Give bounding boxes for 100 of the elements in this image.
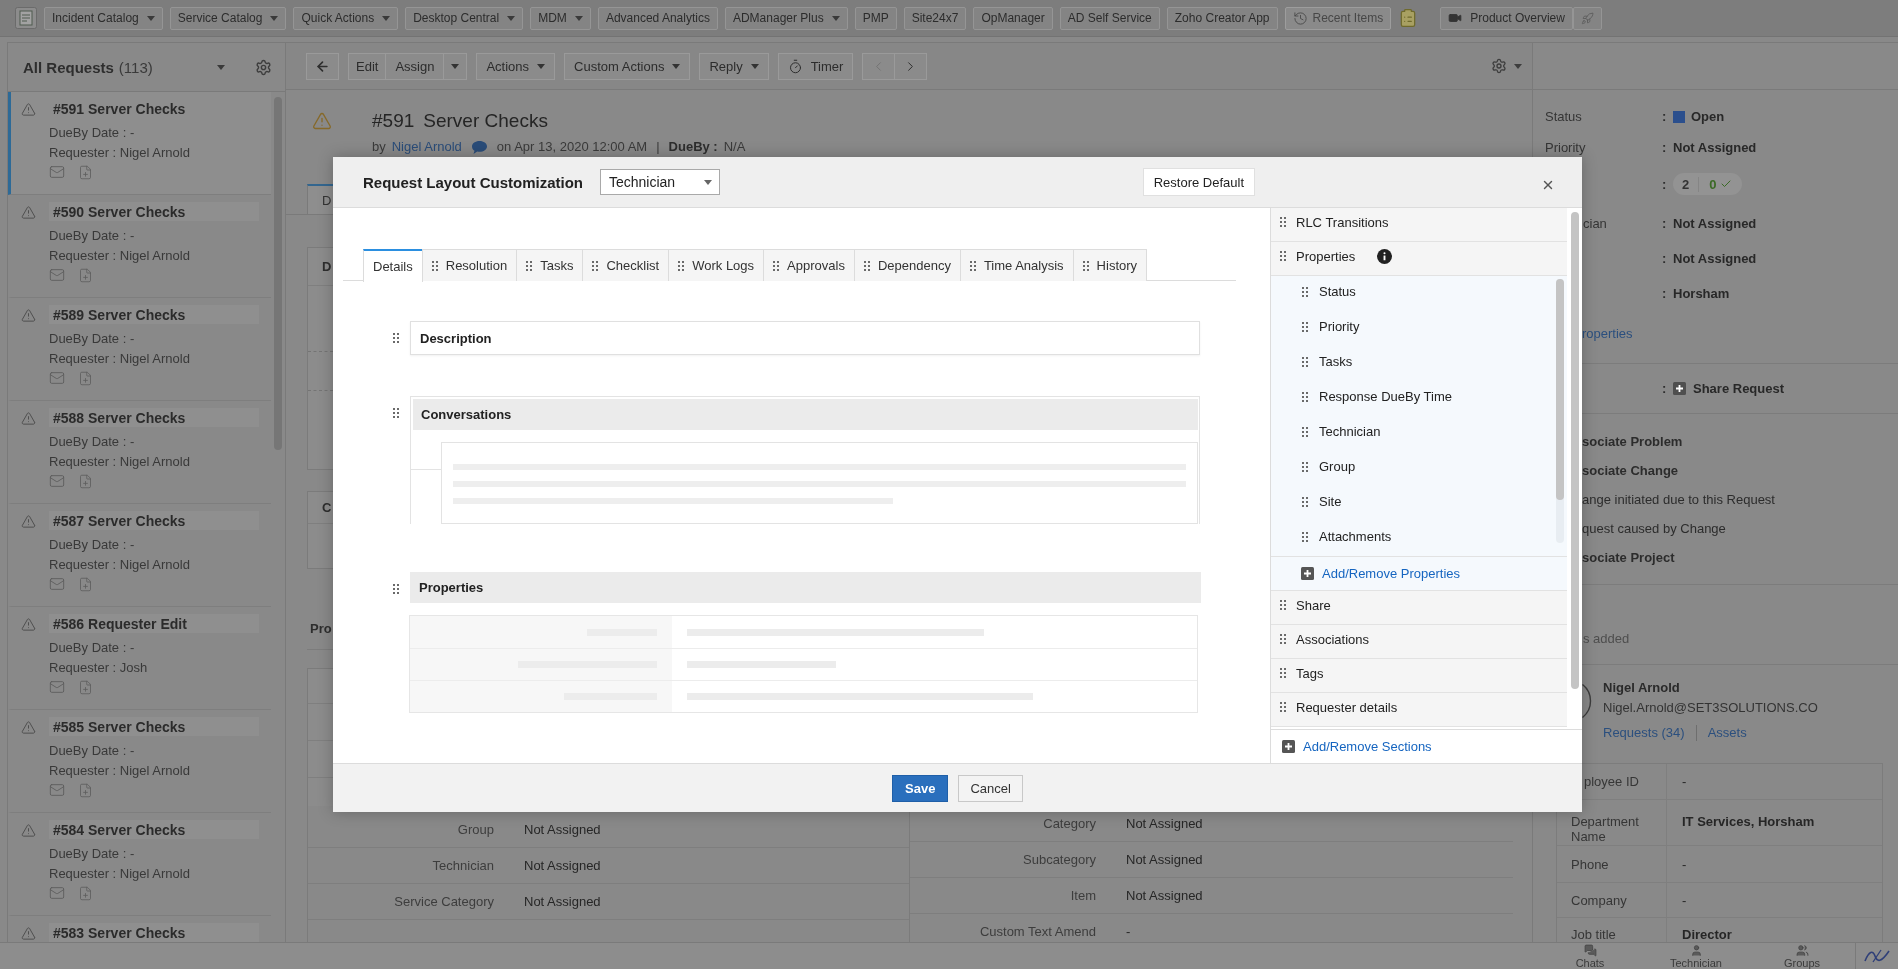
layout-tab[interactable]: Work Logs	[668, 249, 765, 281]
property-label[interactable]: Status	[1319, 284, 1356, 299]
speech-bubble-icon[interactable]	[471, 140, 487, 154]
request-list-item[interactable]: #586 Requester Edit DueBy Date : - Requester : Josh	[8, 607, 271, 710]
drag-handle-icon[interactable]	[526, 260, 533, 271]
drag-handle-icon[interactable]	[969, 260, 976, 271]
drag-handle-icon[interactable]	[773, 260, 780, 271]
drag-handle-icon[interactable]	[1280, 251, 1286, 261]
mail-icon[interactable]	[49, 473, 65, 489]
scrollbar-thumb[interactable]	[1556, 279, 1564, 500]
timer-button[interactable]: Timer	[777, 52, 854, 80]
property-label[interactable]: Priority	[1319, 319, 1360, 334]
layout-tab[interactable]: Details	[363, 249, 423, 282]
bottom-tab[interactable]: Technician	[1643, 943, 1749, 969]
drag-handle-icon[interactable]	[393, 333, 399, 343]
save-button[interactable]: Save	[892, 774, 949, 802]
nav-menu-button[interactable]: MDM	[530, 6, 591, 30]
drag-handle-icon[interactable]	[1280, 702, 1286, 712]
property-label[interactable]: Response DueBy Time	[1319, 389, 1452, 404]
mail-icon[interactable]	[49, 576, 65, 592]
drag-handle-icon[interactable]	[863, 260, 870, 271]
action-button[interactable]: Edit	[348, 52, 387, 80]
nav-link-button[interactable]: AD Self Service	[1059, 6, 1160, 30]
drag-handle-icon[interactable]	[1302, 531, 1308, 542]
request-list-item[interactable]: #587 Server Checks DueBy Date : - Requester : Nigel Arnold	[8, 504, 271, 607]
drag-handle-icon[interactable]	[1302, 286, 1308, 297]
requester-link[interactable]: Requests (34)	[1603, 725, 1685, 741]
settings-menu-button[interactable]	[1489, 56, 1524, 76]
nav-menu-button[interactable]: Desktop Central	[405, 6, 524, 30]
mail-icon[interactable]	[49, 782, 65, 798]
back-button[interactable]	[306, 52, 339, 80]
request-list-item[interactable]: #589 Server Checks DueBy Date : - Requester : Nigel Arnold	[8, 298, 271, 401]
nav-link-button[interactable]: Zoho Creator App	[1166, 6, 1278, 30]
request-list-item[interactable]: #585 Server Checks DueBy Date : - Requester : Nigel Arnold	[8, 710, 271, 813]
layout-tab[interactable]: Checklist	[582, 249, 670, 281]
add-remove-sections-link[interactable]: Add/Remove Sections	[1282, 739, 1432, 754]
new-document-icon[interactable]	[78, 164, 93, 180]
property-label[interactable]: Attachments	[1319, 529, 1392, 544]
recent-items-button[interactable]: Recent Items	[1284, 6, 1392, 30]
author-link[interactable]: Nigel Arnold	[391, 139, 462, 155]
mail-icon[interactable]	[49, 267, 65, 283]
drag-handle-icon[interactable]	[1302, 321, 1308, 332]
section-list-item[interactable]: Share	[1271, 591, 1567, 625]
property-label[interactable]: Group	[1319, 459, 1356, 474]
drag-handle-icon[interactable]	[393, 584, 399, 594]
request-list-item[interactable]: #588 Server Checks DueBy Date : - Requester : Nigel Arnold	[8, 401, 271, 504]
layout-tab[interactable]: Approvals	[763, 249, 855, 281]
notepad-icon[interactable]	[15, 7, 37, 29]
section-list-item[interactable]: Properties	[1271, 242, 1567, 276]
property-label[interactable]: Technician	[1319, 424, 1381, 439]
request-list-item[interactable]: #591 Server Checks DueBy Date : - Requester : Nigel Arnold	[8, 92, 271, 195]
partial-tab[interactable]: D	[307, 184, 333, 214]
nav-menu-button[interactable]: Incident Catalog	[44, 6, 163, 30]
mail-icon[interactable]	[49, 679, 65, 695]
count-pill[interactable]: 2 0	[1673, 173, 1743, 195]
product-overview-button[interactable]: Product Overview	[1440, 6, 1573, 30]
drag-handle-icon[interactable]	[1280, 668, 1286, 678]
mail-icon[interactable]	[49, 164, 65, 180]
property-label[interactable]: Site	[1319, 494, 1342, 509]
nav-menu-button[interactable]: ADManager Plus	[724, 6, 848, 30]
action-button[interactable]: Assign	[385, 52, 445, 80]
restore-default-button[interactable]: Restore Default	[1142, 168, 1255, 196]
association-action[interactable]: sociate Change	[1582, 456, 1679, 485]
nav-menu-button[interactable]: Quick Actions	[293, 6, 399, 30]
share-request-link[interactable]: Share Request	[1693, 381, 1785, 396]
property-label[interactable]: Tasks	[1319, 354, 1353, 369]
section-list-item[interactable]: Requester details	[1271, 693, 1567, 727]
layout-tab[interactable]: Dependency	[853, 249, 961, 281]
association-action[interactable]: sociate Problem	[1582, 427, 1683, 456]
role-select[interactable]: Technician	[600, 169, 720, 195]
drag-handle-icon[interactable]	[1280, 634, 1286, 644]
layout-tab[interactable]: History	[1072, 249, 1148, 281]
drag-handle-icon[interactable]	[431, 260, 438, 271]
request-list-item[interactable]: #584 Server Checks DueBy Date : - Requester : Nigel Arnold	[8, 813, 271, 916]
cancel-button[interactable]: Cancel	[958, 774, 1023, 802]
drag-handle-icon[interactable]	[393, 408, 399, 418]
requester-link[interactable]: Assets	[1707, 725, 1747, 741]
menu-button[interactable]: Reply	[699, 52, 769, 80]
add-remove-properties-link[interactable]: Add/Remove Properties	[1301, 566, 1460, 581]
drag-handle-icon[interactable]	[1302, 391, 1308, 402]
drag-handle-icon[interactable]	[1302, 426, 1308, 437]
menu-button[interactable]: Custom Actions	[564, 52, 691, 80]
logo-icon[interactable]	[1864, 948, 1890, 964]
nav-menu-button[interactable]: Service Catalog	[169, 6, 287, 30]
drag-handle-icon[interactable]	[592, 260, 599, 271]
nav-link-button[interactable]: Site24x7	[903, 6, 967, 30]
layout-tab[interactable]: Tasks	[516, 249, 584, 281]
section-list-item[interactable]: Tags	[1271, 659, 1567, 693]
request-list-item[interactable]: #590 Server Checks DueBy Date : - Requester : Nigel Arnold	[8, 195, 271, 298]
scrollbar-thumb[interactable]	[1571, 212, 1579, 689]
dropdown-toggle-button[interactable]	[443, 52, 468, 80]
drag-handle-icon[interactable]	[1302, 496, 1308, 507]
bottom-tab[interactable]: Chats	[1537, 943, 1643, 969]
section-list-item[interactable]: Associations	[1271, 625, 1567, 659]
nav-link-button[interactable]: OpManager	[973, 6, 1053, 30]
mail-icon[interactable]	[49, 370, 65, 386]
mail-icon[interactable]	[49, 885, 65, 901]
drag-handle-icon[interactable]	[678, 260, 685, 271]
drag-handle-icon[interactable]	[1302, 461, 1308, 472]
section-list-item[interactable]: RLC Transitions	[1271, 208, 1567, 242]
